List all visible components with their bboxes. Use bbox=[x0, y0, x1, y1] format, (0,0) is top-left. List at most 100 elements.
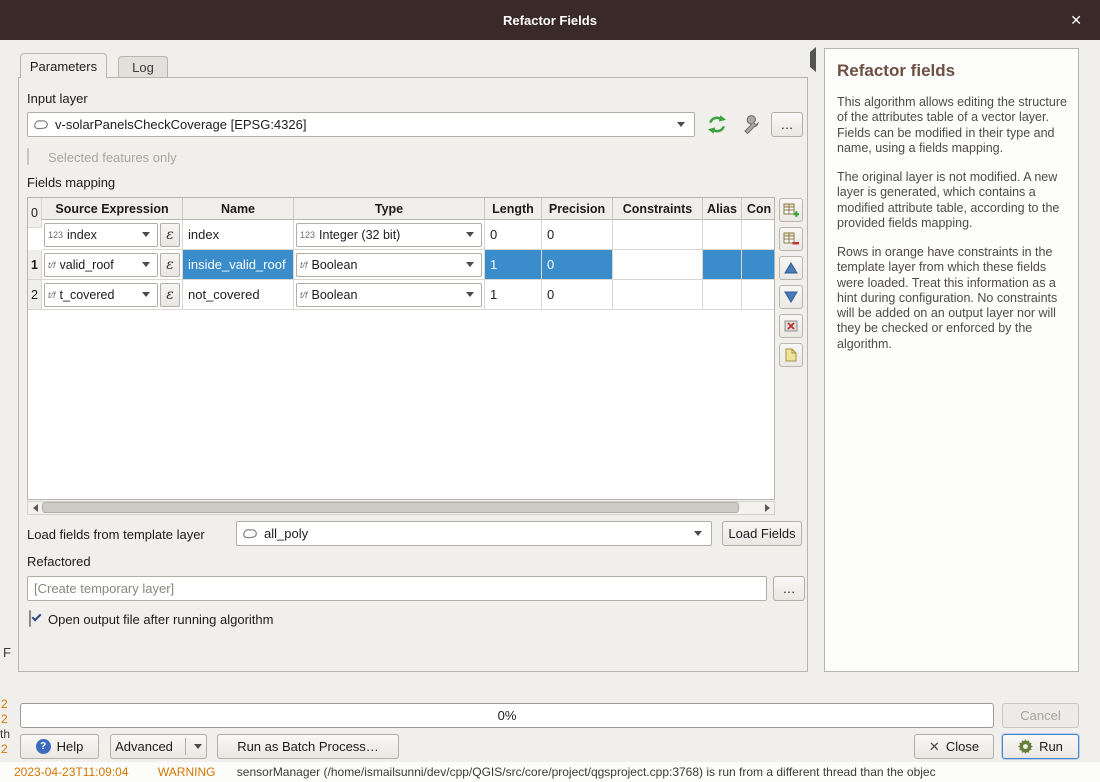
col-header-length[interactable]: Length bbox=[485, 198, 542, 220]
selected-features-checkbox[interactable] bbox=[27, 148, 29, 165]
arrow-up-icon bbox=[784, 262, 798, 274]
add-field-icon bbox=[783, 202, 799, 218]
run-button[interactable]: Run bbox=[1002, 734, 1079, 759]
col-header-source-expression[interactable]: Source Expression bbox=[42, 198, 183, 220]
tab-log[interactable]: Log bbox=[118, 56, 168, 78]
chevron-down-icon[interactable] bbox=[690, 522, 706, 545]
precision-cell[interactable]: 0 bbox=[542, 280, 613, 310]
clear-fields-button[interactable] bbox=[779, 314, 803, 338]
advanced-options-wrench-icon[interactable] bbox=[741, 113, 763, 138]
load-fields-button[interactable]: Load Fields bbox=[722, 521, 802, 546]
move-field-down-button[interactable] bbox=[779, 285, 803, 309]
chevron-down-icon[interactable] bbox=[462, 254, 478, 276]
col-header-name[interactable]: Name bbox=[183, 198, 294, 220]
name-cell[interactable]: index bbox=[183, 220, 294, 250]
precision-cell[interactable]: 0 bbox=[542, 250, 613, 280]
run-as-batch-button[interactable]: Run as Batch Process… bbox=[217, 734, 399, 759]
chevron-down-icon[interactable] bbox=[138, 224, 154, 246]
advanced-button[interactable]: Advanced bbox=[110, 734, 207, 759]
name-cell[interactable]: inside_valid_roof bbox=[183, 250, 294, 280]
type-combo[interactable]: t/f Boolean bbox=[296, 283, 482, 307]
expression-builder-button[interactable]: ε bbox=[160, 253, 180, 277]
col-header-type[interactable]: Type bbox=[294, 198, 485, 220]
scrollbar-thumb[interactable] bbox=[42, 502, 739, 513]
add-field-button[interactable] bbox=[779, 198, 803, 222]
input-layer-browse-button[interactable]: … bbox=[771, 112, 803, 137]
expression-builder-button[interactable]: ε bbox=[160, 223, 180, 247]
length-cell[interactable]: 1 bbox=[485, 280, 542, 310]
log-fragment: 2 bbox=[1, 712, 8, 726]
input-layer-value: v-solarPanelsCheckCoverage [EPSG:4326] bbox=[55, 117, 306, 132]
template-layer-combo[interactable]: all_poly bbox=[236, 521, 712, 546]
reset-fields-button[interactable] bbox=[779, 343, 803, 367]
chevron-down-icon[interactable] bbox=[138, 284, 154, 306]
chevron-down-icon[interactable] bbox=[194, 744, 202, 749]
output-file-input[interactable]: [Create temporary layer] bbox=[27, 576, 767, 601]
type-combo[interactable]: t/f Boolean bbox=[296, 253, 482, 277]
template-layer-value: all_poly bbox=[264, 526, 308, 541]
row-header[interactable]: 1 bbox=[28, 250, 42, 280]
comment-cell[interactable] bbox=[742, 220, 775, 250]
move-field-up-button[interactable] bbox=[779, 256, 803, 280]
name-cell[interactable]: not_covered bbox=[183, 280, 294, 310]
comment-cell[interactable] bbox=[742, 280, 775, 310]
chevron-down-icon[interactable] bbox=[462, 284, 478, 306]
col-header-constraints[interactable]: Constraints bbox=[613, 198, 703, 220]
col-header-precision[interactable]: Precision bbox=[542, 198, 613, 220]
type-value: Boolean bbox=[312, 258, 358, 272]
help-button-label: Help bbox=[57, 739, 84, 754]
run-button-label: Run bbox=[1039, 739, 1063, 754]
type-combo[interactable]: 123 Integer (32 bit) bbox=[296, 223, 482, 247]
precision-cell[interactable]: 0 bbox=[542, 220, 613, 250]
window-titlebar: Refactor Fields ✕ bbox=[0, 0, 1100, 40]
vector-layer-icon bbox=[33, 119, 49, 130]
source-expression-combo[interactable]: t/f t_covered bbox=[44, 283, 158, 307]
alias-cell[interactable] bbox=[703, 220, 742, 250]
help-paragraph: This algorithm allows editing the struct… bbox=[837, 95, 1068, 156]
scroll-right-icon[interactable] bbox=[760, 502, 774, 514]
chevron-down-icon[interactable] bbox=[138, 254, 154, 276]
iterate-layer-icon[interactable] bbox=[705, 114, 729, 138]
close-button[interactable]: ✕ Close bbox=[914, 734, 994, 759]
delete-field-icon bbox=[783, 231, 799, 247]
constraints-cell[interactable] bbox=[613, 250, 703, 280]
expression-builder-button[interactable]: ε bbox=[160, 283, 180, 307]
cancel-button[interactable]: Cancel bbox=[1002, 703, 1079, 728]
tab-parameters[interactable]: Parameters bbox=[20, 53, 107, 78]
alias-cell[interactable] bbox=[703, 280, 742, 310]
clear-icon bbox=[783, 318, 799, 334]
window-close-icon[interactable]: ✕ bbox=[1070, 0, 1082, 40]
open-output-label: Open output file after running algorithm bbox=[48, 612, 273, 627]
delete-field-button[interactable] bbox=[779, 227, 803, 251]
progress-value: 0% bbox=[498, 708, 517, 723]
length-cell[interactable]: 1 bbox=[485, 250, 542, 280]
log-fragment: 2 bbox=[1, 742, 8, 756]
output-browse-button[interactable]: … bbox=[773, 576, 805, 601]
chevron-down-icon[interactable] bbox=[462, 224, 478, 246]
source-expression-combo[interactable]: 123 index bbox=[44, 223, 158, 247]
open-output-checkbox[interactable] bbox=[29, 610, 31, 627]
document-icon bbox=[783, 347, 799, 363]
length-cell[interactable]: 0 bbox=[485, 220, 542, 250]
help-button[interactable]: ? Help bbox=[20, 734, 99, 759]
col-header-alias[interactable]: Alias bbox=[703, 198, 742, 220]
close-icon: ✕ bbox=[929, 739, 940, 755]
boolean-field-icon: t/f bbox=[48, 290, 56, 300]
chevron-down-icon[interactable] bbox=[673, 113, 689, 136]
alias-cell[interactable] bbox=[703, 250, 742, 280]
constraints-cell[interactable] bbox=[613, 220, 703, 250]
constraints-cell[interactable] bbox=[613, 280, 703, 310]
scroll-left-icon[interactable] bbox=[28, 502, 42, 514]
comment-cell[interactable] bbox=[742, 250, 775, 280]
source-expression-combo[interactable]: t/f valid_roof bbox=[44, 253, 158, 277]
type-value: Integer (32 bit) bbox=[319, 228, 400, 242]
selected-features-label: Selected features only bbox=[48, 150, 177, 165]
collapse-help-panel-icon[interactable] bbox=[810, 52, 816, 67]
row-header[interactable]: 2 bbox=[28, 280, 42, 310]
row-header[interactable]: 0 bbox=[28, 198, 42, 228]
col-header-comment[interactable]: Con bbox=[742, 198, 775, 220]
boolean-field-icon: t/f bbox=[300, 290, 308, 300]
log-level: WARNING bbox=[158, 765, 216, 779]
input-layer-combo[interactable]: v-solarPanelsCheckCoverage [EPSG:4326] bbox=[27, 112, 695, 137]
source-expression-cell: t/f valid_roof ε bbox=[42, 250, 183, 280]
